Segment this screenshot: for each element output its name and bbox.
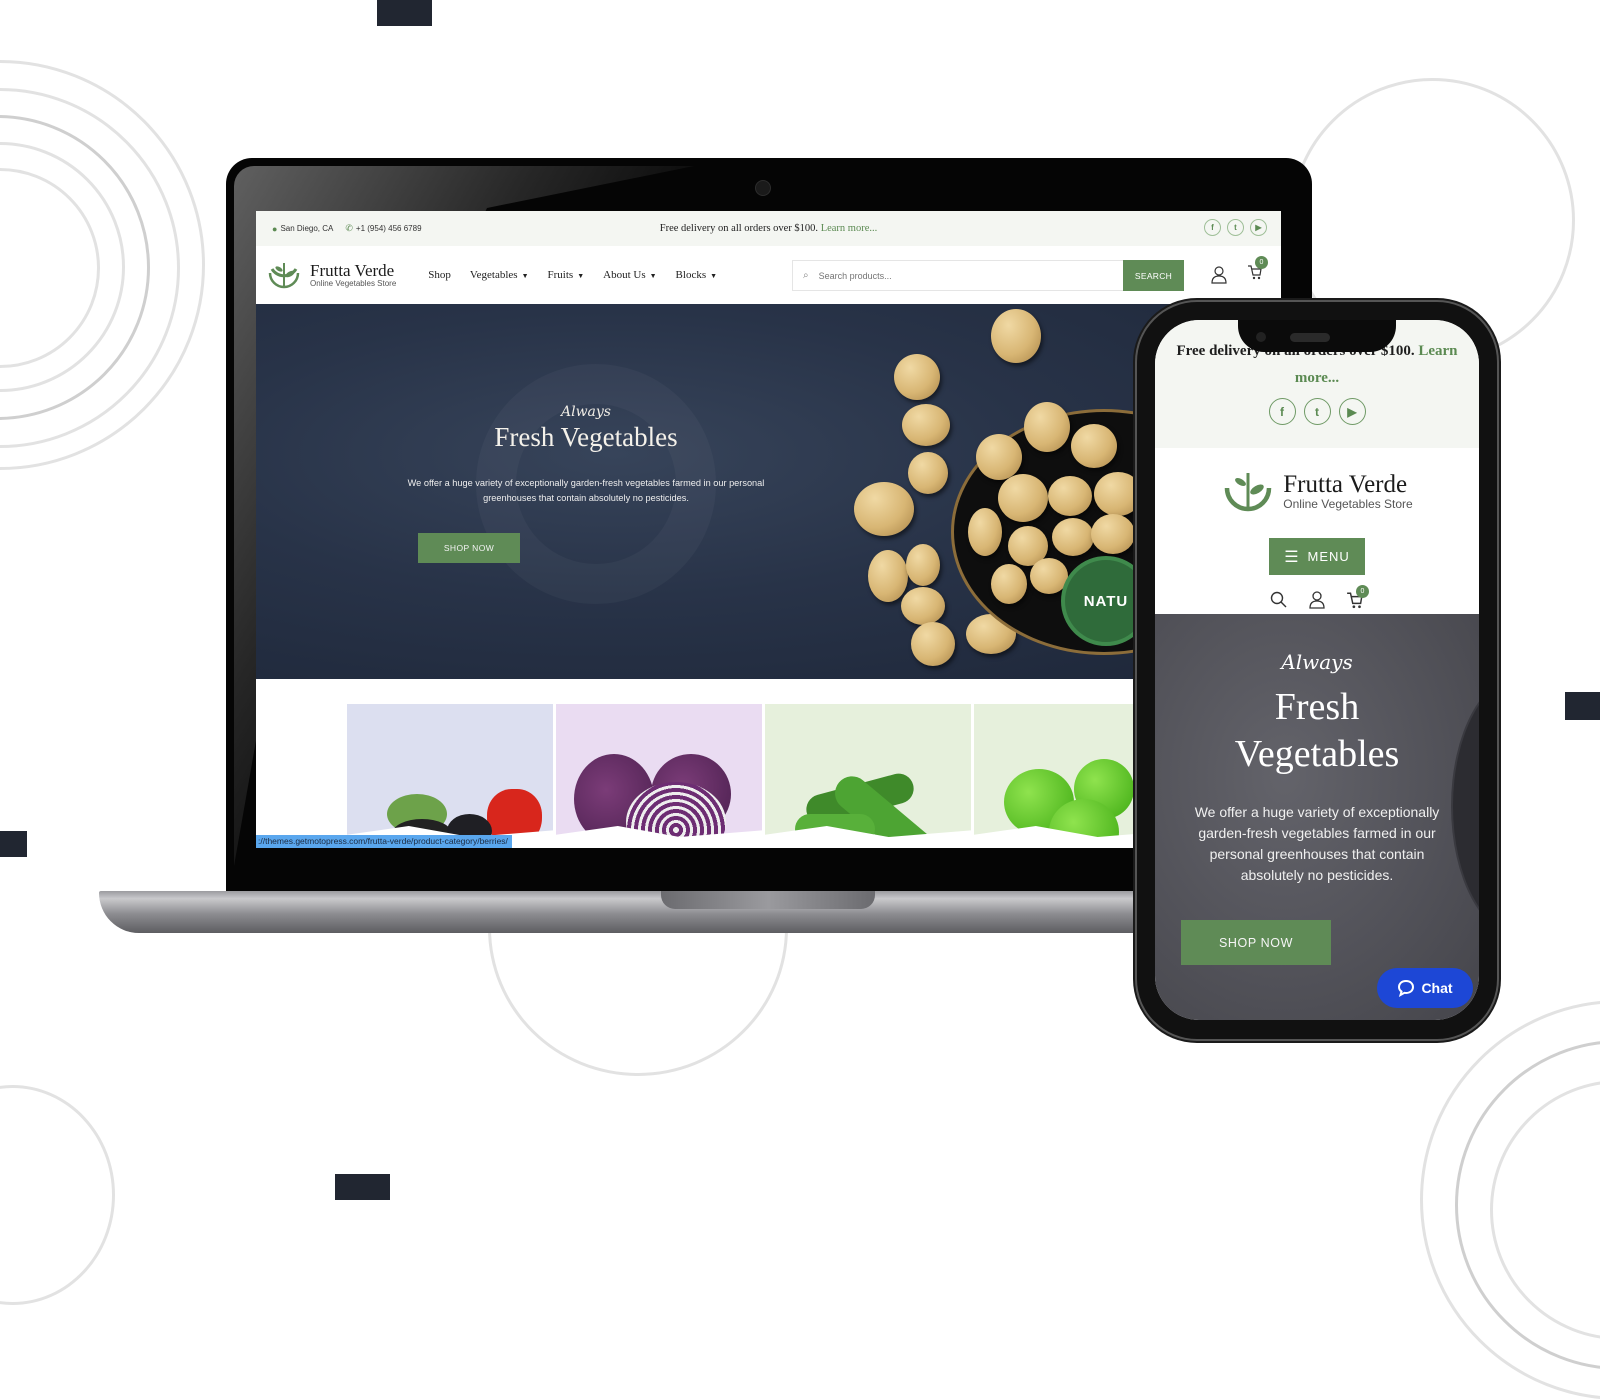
twitter-icon[interactable]: t <box>1227 219 1244 236</box>
learn-more-link[interactable]: Learn more... <box>821 223 878 234</box>
map-pin-icon: ● <box>272 223 278 234</box>
mobile-shop-now-button[interactable]: SHOP NOW <box>1181 920 1331 965</box>
shop-now-button[interactable]: SHOP NOW <box>418 533 520 563</box>
search-icon: ⌕ <box>803 270 809 281</box>
youtube-icon[interactable]: ▶ <box>1338 398 1366 425</box>
mobile-menu-button[interactable]: ☰ MENU <box>1269 538 1365 575</box>
category-row <box>347 704 1180 848</box>
mobile-brand-name: Frutta Verde <box>1283 470 1408 498</box>
search-icon[interactable] <box>1270 591 1288 609</box>
cart-count-badge: 0 <box>1255 256 1268 269</box>
decorative-square-left <box>0 831 27 857</box>
mobile-site-logo[interactable]: Frutta Verde Online Vegetables Store <box>1155 464 1479 518</box>
menu-item-vegetables[interactable]: Vegetables ▼ <box>470 269 529 281</box>
desktop-header: Frutta Verde Online Vegetables Store Sho… <box>256 246 1281 305</box>
menu-item-fruits[interactable]: Fruits ▼ <box>548 269 585 281</box>
phone-notch <box>1238 320 1396 352</box>
desktop-hero: Always Fresh Vegetables We offer a huge … <box>256 304 1281 679</box>
menu-item-blocks[interactable]: Blocks ▼ <box>676 269 718 281</box>
chevron-down-icon: ▼ <box>649 272 657 280</box>
desktop-topbar: ● San Diego, CA ✆ +1 (954) 456 6789 Free… <box>256 211 1281 246</box>
youtube-icon[interactable]: ▶ <box>1250 219 1267 236</box>
hero-eyebrow: Always <box>560 404 611 420</box>
category-tile-cabbage[interactable] <box>556 704 762 848</box>
chat-button[interactable]: Chat <box>1377 968 1473 1008</box>
decorative-ring <box>0 1085 115 1305</box>
mobile-hero-description: We offer a huge variety of exceptionally… <box>1194 804 1440 883</box>
phone-number[interactable]: ✆ +1 (954) 456 6789 <box>345 223 421 234</box>
mobile-hero-eyebrow: Always <box>1281 650 1353 674</box>
hero-title: Fresh Vegetables <box>494 422 678 452</box>
mobile-hero: Always Fresh Vegetables We offer a huge … <box>1155 614 1479 1020</box>
phone-screen: Free delivery on all orders over $100. L… <box>1155 320 1479 1020</box>
sprout-logo-icon <box>268 263 300 289</box>
chat-bubble-icon <box>1398 979 1415 997</box>
decorative-square-top <box>377 0 432 26</box>
facebook-icon[interactable]: f <box>1204 219 1221 236</box>
hamburger-icon: ☰ <box>1284 548 1300 566</box>
chevron-down-icon: ▼ <box>521 272 529 280</box>
social-links: f t ▶ <box>1204 219 1267 236</box>
search-input[interactable] <box>816 269 1091 282</box>
product-search: ⌕ SEARCH <box>792 260 1184 291</box>
cart-button[interactable]: 0 <box>1247 256 1268 285</box>
chevron-down-icon: ▼ <box>710 272 718 280</box>
menu-item-shop[interactable]: Shop <box>428 269 451 281</box>
laptop-camera <box>755 180 771 196</box>
mobile-brand-tagline: Online Vegetables Store <box>1283 496 1413 511</box>
brand-name: Frutta Verde <box>310 261 395 280</box>
decorative-square-bottom <box>335 1174 390 1200</box>
location: ● San Diego, CA <box>272 223 334 234</box>
twitter-icon[interactable]: t <box>1303 398 1331 425</box>
status-bar-url: ://themes.getmotopress.com/frutta-verde/… <box>256 835 512 848</box>
hero-description: We offer a huge variety of exceptionally… <box>407 478 765 503</box>
sprout-logo-icon <box>1225 473 1272 512</box>
account-icon[interactable] <box>1211 265 1227 284</box>
category-tile-berries[interactable] <box>347 704 553 848</box>
mobile-cart-button[interactable]: 0 <box>1346 585 1369 614</box>
facebook-icon[interactable]: f <box>1268 398 1296 425</box>
phone-frame: Free delivery on all orders over $100. L… <box>1137 302 1497 1039</box>
chevron-down-icon: ▼ <box>577 272 585 280</box>
main-menu: Shop Vegetables ▼ Fruits ▼ About Us ▼ Block… <box>428 269 717 281</box>
mobile-social-links: f t ▶ <box>1155 398 1479 425</box>
laptop-screen: ● San Diego, CA ✆ +1 (954) 456 6789 Free… <box>256 211 1281 848</box>
cart-count-badge: 0 <box>1356 585 1369 598</box>
decorative-square-right <box>1565 692 1600 720</box>
phone-icon: ✆ <box>345 223 353 233</box>
site-logo[interactable]: Frutta Verde Online Vegetables Store <box>266 257 396 293</box>
account-icon[interactable] <box>1308 591 1326 609</box>
category-tile-cucumbers[interactable] <box>765 704 971 848</box>
search-button[interactable]: SEARCH <box>1123 260 1184 291</box>
mobile-hero-title: Fresh Vegetables <box>1234 686 1400 775</box>
brand-tagline: Online Vegetables Store <box>310 279 397 288</box>
menu-item-about-us[interactable]: About Us ▼ <box>603 269 656 281</box>
